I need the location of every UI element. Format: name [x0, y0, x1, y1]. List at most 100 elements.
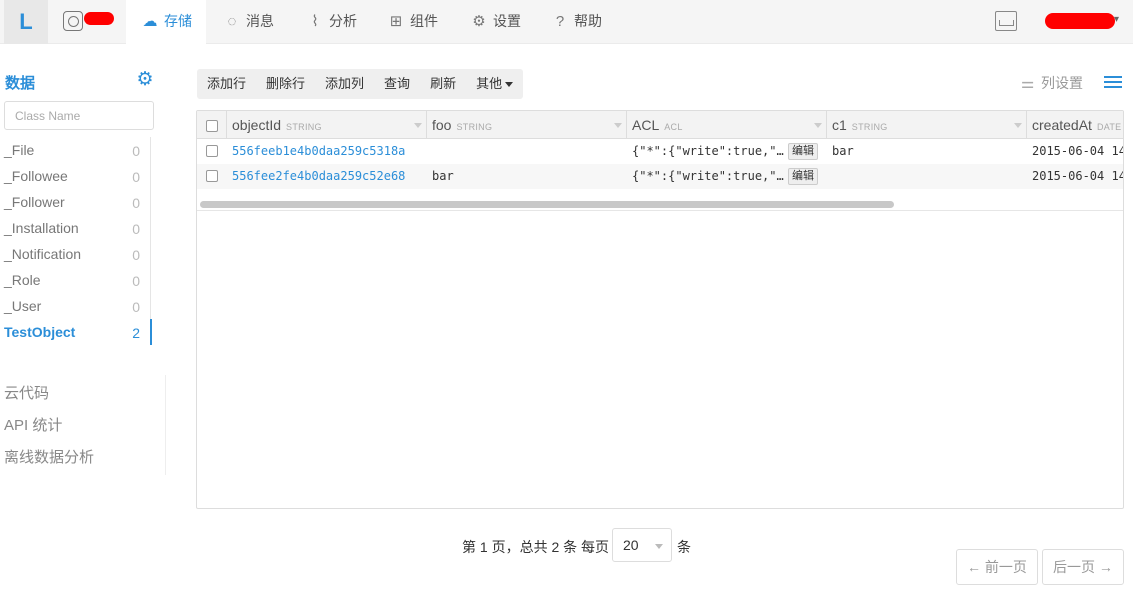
column-name: ACL	[632, 117, 660, 133]
nav-analytics[interactable]: ⌇ 分析	[291, 0, 371, 44]
cell-foo[interactable]	[427, 139, 627, 164]
top-navbar: L ☁ 存储 ◌ 消息 ⌇ 分析 ⊞ 组件 ⚙ 设置 ? 帮助 ▾	[0, 0, 1133, 44]
nav-label: 组件	[410, 13, 438, 29]
cell-createdat[interactable]: 2015-06-04 14	[1027, 139, 1123, 164]
gear-icon: ⚙	[472, 13, 486, 30]
caret-down-icon[interactable]	[414, 123, 422, 128]
class-count: 0	[132, 299, 140, 315]
add-column-button[interactable]: 添加列	[315, 69, 374, 99]
next-page-button[interactable]: 后一页 →	[1042, 549, 1124, 585]
sidebar-title: 数据	[5, 75, 36, 92]
table-row[interactable]: 556fee2fe4b0daa259c52e68 bar {"*":{"writ…	[197, 164, 1123, 189]
select-all-checkbox[interactable]	[206, 120, 218, 132]
chevron-down-icon[interactable]: ▾	[1114, 14, 1119, 25]
redacted-app-name	[84, 12, 114, 25]
class-item-active[interactable]: TestObject 2	[0, 319, 152, 345]
row-checkbox[interactable]	[206, 145, 218, 157]
class-count: 2	[132, 325, 140, 341]
column-name: c1	[832, 117, 847, 133]
pagination-unit: 条	[677, 539, 691, 555]
caret-down-icon[interactable]	[614, 123, 622, 128]
sidebar-link-offline-analysis[interactable]: 离线数据分析	[4, 446, 94, 467]
query-button[interactable]: 查询	[374, 69, 420, 99]
row-checkbox[interactable]	[206, 170, 218, 182]
delete-row-button[interactable]: 删除行	[256, 69, 315, 99]
column-settings-button[interactable]: ⚌ 列设置	[1021, 73, 1083, 93]
nav-messages[interactable]: ◌ 消息	[208, 0, 288, 44]
caret-down-icon[interactable]	[1014, 123, 1022, 128]
sliders-icon: ⚌	[1021, 75, 1035, 92]
class-name: _Followee	[4, 168, 68, 184]
prev-page-button[interactable]: ← 前一页	[956, 549, 1038, 585]
class-name: _Follower	[4, 194, 65, 210]
sidebar-link-api-stats[interactable]: API 统计	[4, 414, 62, 435]
sidebar-divider	[150, 137, 151, 345]
redacted-username[interactable]	[1045, 13, 1115, 29]
column-header-createdat[interactable]: createdAt DATE	[1027, 111, 1123, 139]
class-count: 0	[132, 195, 140, 211]
class-list: _File 0 _Followee 0 _Follower 0 _Installati…	[0, 137, 152, 345]
gear-icon[interactable]: ⚙	[135, 70, 155, 90]
more-dropdown[interactable]: 其他	[466, 69, 523, 99]
class-count: 0	[132, 221, 140, 237]
class-name: _Installation	[4, 220, 79, 236]
column-name: objectId	[232, 117, 282, 133]
column-type: STRING	[456, 122, 493, 132]
table-header: objectId STRING foo STRING ACL ACL c1 STRING…	[197, 111, 1123, 139]
column-header-foo[interactable]: foo STRING	[427, 111, 627, 139]
column-name: foo	[432, 117, 452, 133]
cell-acl[interactable]: {"*":{"write":true,"…	[627, 139, 787, 164]
class-item[interactable]: _User 0	[0, 293, 152, 319]
nav-storage[interactable]: ☁ 存储	[126, 0, 206, 44]
add-row-button[interactable]: 添加行	[197, 69, 256, 99]
nav-label: 存储	[164, 13, 192, 29]
cell-objectid[interactable]: 556feeb1e4b0daa259c5318a	[227, 139, 427, 164]
inbox-icon[interactable]	[995, 11, 1017, 31]
nav-label: 设置	[493, 13, 521, 29]
class-count: 0	[132, 247, 140, 263]
more-label: 其他	[476, 76, 503, 91]
column-header-c1[interactable]: c1 STRING	[827, 111, 1027, 139]
app-logo[interactable]: L	[4, 0, 48, 44]
acl-edit-button[interactable]: 编辑	[788, 143, 818, 160]
column-header-objectid[interactable]: objectId STRING	[227, 111, 427, 139]
nav-settings[interactable]: ⚙ 设置	[455, 0, 535, 44]
horizontal-scrollbar[interactable]	[200, 201, 894, 208]
nav-components[interactable]: ⊞ 组件	[372, 0, 452, 44]
sidebar-link-cloud-code[interactable]: 云代码	[4, 382, 49, 403]
cell-createdat[interactable]: 2015-06-04 14	[1027, 164, 1123, 189]
refresh-button[interactable]: 刷新	[420, 69, 466, 99]
class-item[interactable]: _Followee 0	[0, 163, 152, 189]
class-item[interactable]: _Installation 0	[0, 215, 152, 241]
app-switcher[interactable]	[56, 0, 122, 44]
cell-c1[interactable]	[827, 164, 1027, 189]
chart-icon: ⌇	[311, 13, 319, 30]
caret-down-icon[interactable]	[814, 123, 822, 128]
cell-objectid[interactable]: 556fee2fe4b0daa259c52e68	[227, 164, 427, 189]
data-table: objectId STRING foo STRING ACL ACL c1 STRING…	[196, 110, 1124, 509]
caret-down-icon	[655, 544, 663, 549]
column-settings-label: 列设置	[1041, 75, 1083, 91]
column-header-acl[interactable]: ACL ACL	[627, 111, 827, 139]
class-search-input[interactable]	[4, 101, 154, 130]
app-avatar-icon	[63, 11, 83, 31]
pagination-summary: 第 1 页，总共 2 条 每页	[462, 539, 610, 555]
cell-foo[interactable]: bar	[427, 164, 627, 189]
column-name: createdAt	[1032, 117, 1092, 133]
column-type: STRING	[851, 122, 888, 132]
acl-edit-button[interactable]: 编辑	[788, 168, 818, 185]
class-item[interactable]: _Notification 0	[0, 241, 152, 267]
list-view-icon[interactable]	[1104, 76, 1122, 90]
per-page-select[interactable]: 20	[612, 528, 672, 562]
class-name: _Notification	[4, 246, 82, 262]
table-row[interactable]: 556feeb1e4b0daa259c5318a {"*":{"write":t…	[197, 139, 1123, 164]
class-item[interactable]: _File 0	[0, 137, 152, 163]
cell-c1[interactable]: bar	[827, 139, 1027, 164]
cell-acl[interactable]: {"*":{"write":true,"…	[627, 164, 787, 189]
nav-label: 帮助	[574, 13, 602, 29]
nav-help[interactable]: ? 帮助	[536, 0, 616, 44]
sliders-icon: ⊞	[389, 13, 403, 30]
class-item[interactable]: _Follower 0	[0, 189, 152, 215]
column-type: STRING	[286, 122, 322, 132]
class-item[interactable]: _Role 0	[0, 267, 152, 293]
